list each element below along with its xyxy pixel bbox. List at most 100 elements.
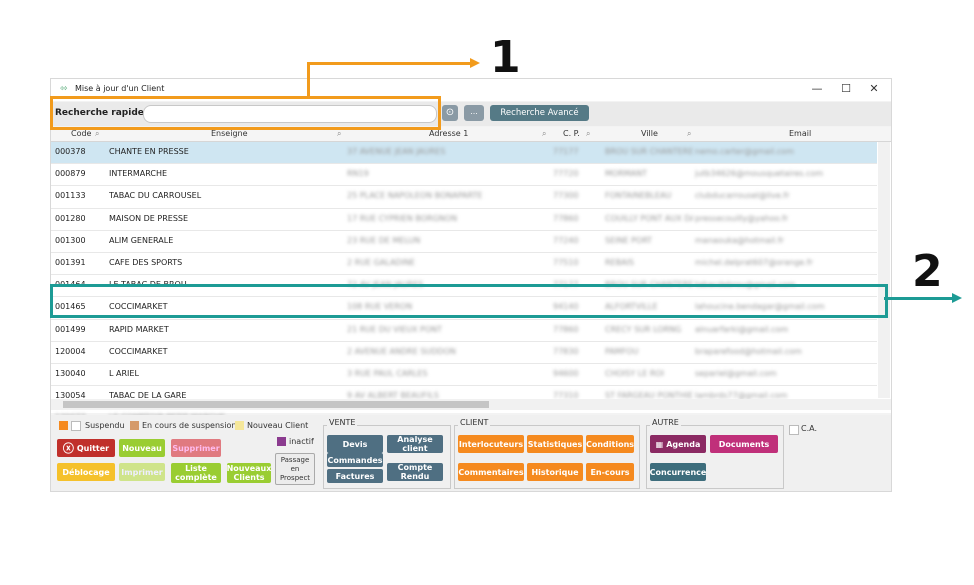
cell-code: 001133 [55, 191, 86, 201]
more-button[interactable]: ... [464, 105, 484, 121]
table-row[interactable]: 001280 MAISON DE PRESSE 17 RUE CYPRIEN BOR… [51, 209, 877, 231]
en-cours-button[interactable]: En-cours [586, 463, 634, 481]
full-list-button[interactable]: Liste complète [171, 463, 221, 483]
legend-inactif: inactif [289, 437, 314, 446]
new-clients-button[interactable]: Nouveaux Clients [227, 463, 271, 483]
col-header-adresse[interactable]: Adresse 1 [429, 129, 468, 138]
interlocuteurs-button[interactable]: Interlocuteurs [458, 435, 524, 453]
table-row[interactable]: 130040 L ARIEL 3 RUE PAUL CARLES 94600 CHOIS… [51, 364, 877, 387]
cell-cp: 77720 [553, 169, 579, 179]
cell-adresse: 2 RUE GALADINE [347, 257, 415, 267]
legend-swatch-en-cours [130, 421, 139, 430]
table-row[interactable]: 001300 ALIM GENERALE 23 RUE DE MELUN 77240 S… [51, 231, 877, 253]
cell-ville: REBAIS [605, 257, 635, 267]
commentaires-button[interactable]: Commentaires [458, 463, 524, 481]
table-row[interactable]: 120004 COCCIMARKET 2 AVENUE ANDRE SUDDON 77… [51, 342, 877, 364]
annotation-number-2: 2 [912, 246, 943, 297]
agenda-label: Agenda [666, 439, 701, 449]
search-icon[interactable]: ⊙ [442, 105, 458, 121]
horizontal-scrollbar[interactable] [51, 399, 891, 410]
col-header-email[interactable]: Email [789, 129, 811, 138]
concurrence-button[interactable]: Concurrence [650, 463, 706, 481]
cell-code: 001391 [55, 257, 86, 267]
quit-label: Quitter [76, 443, 110, 453]
legend-checkbox[interactable] [71, 421, 81, 431]
annotation-arrow-2 [952, 293, 962, 303]
cell-code: 001300 [55, 235, 86, 245]
autre-label: AUTRE [650, 418, 681, 427]
factures-button[interactable]: Factures [327, 469, 383, 483]
delete-button[interactable]: Supprimer [171, 439, 221, 457]
cell-cp: 94600 [553, 368, 579, 378]
col-header-ville[interactable]: Ville [641, 129, 658, 138]
cell-adresse: 37 AVENUE JEAN JAURES [347, 147, 446, 156]
annotation-box-2 [50, 284, 888, 318]
advanced-search-button[interactable]: Recherche Avancé [490, 105, 589, 121]
quit-button[interactable]: ⓧ Quitter [57, 439, 115, 457]
cell-cp: 77300 [553, 191, 579, 201]
cell-adresse: 17 RUE CYPRIEN BORGNON [347, 213, 458, 223]
cell-ville: CRECY SUR LORNG [605, 324, 682, 334]
cell-enseigne: CAFE DES SPORTS [109, 257, 183, 267]
new-button[interactable]: Nouveau [119, 439, 165, 457]
print-button[interactable]: Imprimer [119, 463, 165, 481]
cell-cp: 77177 [553, 147, 579, 156]
table-row[interactable]: 001391 CAFE DES SPORTS 2 RUE GALADINE 77510… [51, 253, 877, 276]
filter-icon[interactable]: ⌕ [687, 129, 691, 139]
filter-icon[interactable]: ⌕ [586, 129, 590, 139]
cell-ville: PAMFOU [605, 346, 639, 356]
filter-icon[interactable]: ⌕ [337, 129, 341, 139]
col-header-code[interactable]: Code [71, 129, 91, 138]
devis-button[interactable]: Devis [327, 435, 383, 453]
cell-code: 120004 [55, 346, 86, 356]
ca-checkbox[interactable] [789, 425, 799, 435]
agenda-button[interactable]: ▦ Agenda [650, 435, 706, 453]
annotation-line-2 [884, 297, 954, 300]
annotation-arrow-1 [470, 58, 480, 68]
commandes-button[interactable]: Commandes [327, 453, 383, 467]
cell-email: michel.delprat607@orange.fr [695, 257, 813, 267]
prospect-button[interactable]: Passage en Prospect [275, 453, 315, 485]
statistiques-button[interactable]: Statistiques [527, 435, 583, 453]
table-row[interactable]: 000378 CHANTE EN PRESSE 37 AVENUE JEAN JAU… [51, 142, 877, 165]
legend-swatch-nouveau [235, 421, 244, 430]
cell-cp: 77860 [553, 213, 579, 223]
table-row[interactable]: 000879 INTERMARCHE RN19 77720 MORMANT jutb346… [51, 164, 877, 187]
app-icon: ⬄ [60, 84, 68, 94]
vertical-scrollbar[interactable] [878, 142, 890, 398]
cell-enseigne: L ARIEL [109, 368, 139, 378]
compte-rendu-button[interactable]: Compte Rendu [387, 463, 443, 481]
col-header-enseigne[interactable]: Enseigne [211, 129, 248, 138]
close-button[interactable]: ✕ [866, 82, 882, 96]
legend-nouveau: Nouveau Client [247, 421, 309, 430]
scroll-thumb[interactable] [63, 401, 489, 408]
cell-ville: CHOISY LE ROI [605, 368, 665, 378]
cell-code: 130040 [55, 368, 86, 378]
filter-icon[interactable]: ⌕ [542, 129, 546, 139]
analyse-client-button[interactable]: Analyse client [387, 435, 443, 453]
maximize-button[interactable]: ☐ [838, 82, 854, 96]
cell-enseigne: ALIM GENERALE [109, 235, 174, 245]
legend-suspendu: Suspendu [85, 421, 125, 430]
minimize-button[interactable]: — [809, 82, 825, 96]
documents-button[interactable]: Documents [710, 435, 778, 453]
annotation-line-1 [308, 62, 472, 65]
historique-button[interactable]: Historique [527, 463, 583, 481]
cell-email: manaouka@hotmail.fr [695, 235, 784, 245]
col-header-cp[interactable]: C. P. [563, 129, 580, 138]
legend-en-cours: En cours de suspension [142, 421, 237, 430]
cell-code: 001280 [55, 213, 86, 223]
cell-ville: COUILLY PONT AUX DAMES [605, 213, 693, 223]
unlock-button[interactable]: Déblocage [57, 463, 115, 481]
client-label: CLIENT [458, 418, 491, 427]
cell-cp: 77510 [553, 257, 579, 267]
filter-icon[interactable]: ⌕ [95, 129, 99, 139]
cell-adresse: 21 RUE DU VIEUX PONT [347, 324, 443, 334]
table-row[interactable]: 001133 TABAC DU CARROUSEL 25 PLACE NAPOLEO… [51, 186, 877, 209]
close-circle-icon: ⓧ [62, 441, 74, 455]
cell-cp: 77830 [553, 346, 579, 356]
conditions-button[interactable]: Conditions [586, 435, 634, 453]
table-row[interactable]: 001499 RAPID MARKET 21 RUE DU VIEUX PONT 77… [51, 320, 877, 342]
cell-adresse: 3 RUE PAUL CARLES [347, 368, 428, 378]
cell-adresse: RN19 [347, 169, 369, 179]
